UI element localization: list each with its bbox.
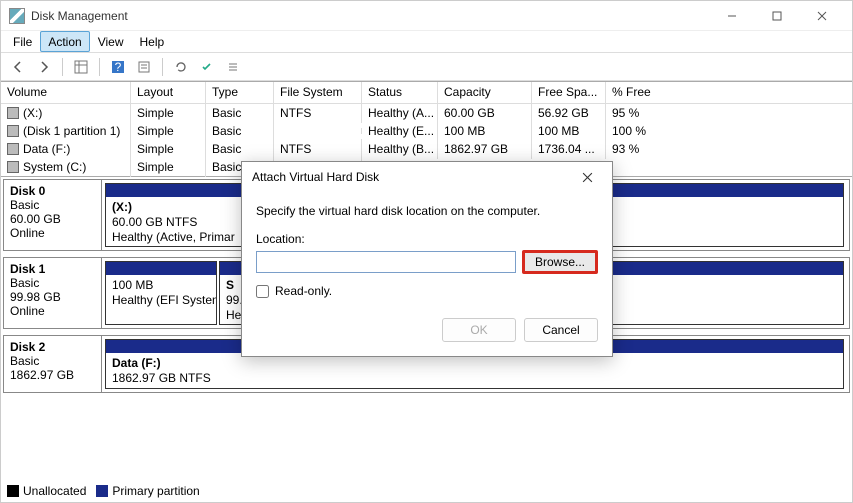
- attach-vhd-dialog: Attach Virtual Hard Disk Specify the vir…: [241, 161, 613, 357]
- volume-icon: [7, 107, 19, 119]
- forward-icon[interactable]: [33, 56, 55, 78]
- menu-action[interactable]: Action: [40, 31, 89, 52]
- list-icon[interactable]: [222, 56, 244, 78]
- svg-text:?: ?: [115, 60, 122, 74]
- col-layout[interactable]: Layout: [131, 82, 206, 103]
- maximize-button[interactable]: [754, 2, 799, 30]
- dialog-message: Specify the virtual hard disk location o…: [256, 204, 598, 218]
- col-capacity[interactable]: Capacity: [438, 82, 532, 103]
- col-status[interactable]: Status: [362, 82, 438, 103]
- browse-button[interactable]: Browse...: [522, 250, 598, 274]
- dialog-title: Attach Virtual Hard Disk: [252, 170, 572, 184]
- col-filesystem[interactable]: File System: [274, 82, 362, 103]
- grid-view-icon[interactable]: [70, 56, 92, 78]
- legend: Unallocated Primary partition: [7, 484, 200, 498]
- menu-view[interactable]: View: [90, 31, 132, 52]
- menu-help[interactable]: Help: [132, 31, 173, 52]
- disk-info[interactable]: Disk 0Basic60.00 GBOnline: [4, 180, 102, 250]
- ok-button[interactable]: OK: [442, 318, 516, 342]
- toolbar: ?: [1, 53, 852, 81]
- legend-swatch-unallocated: [7, 485, 19, 497]
- volume-icon: [7, 143, 19, 155]
- close-button[interactable]: [799, 2, 844, 30]
- back-icon[interactable]: [7, 56, 29, 78]
- window-title: Disk Management: [31, 9, 709, 23]
- table-header: Volume Layout Type File System Status Ca…: [1, 82, 852, 104]
- help-icon[interactable]: ?: [107, 56, 129, 78]
- refresh-icon[interactable]: [170, 56, 192, 78]
- checklist-icon[interactable]: [196, 56, 218, 78]
- menu-file[interactable]: File: [5, 31, 40, 52]
- minimize-button[interactable]: [709, 2, 754, 30]
- table-row[interactable]: (X:)SimpleBasicNTFSHealthy (A...60.00 GB…: [1, 104, 852, 122]
- partition[interactable]: 100 MBHealthy (EFI System: [105, 261, 217, 325]
- table-row[interactable]: (Disk 1 partition 1)SimpleBasicHealthy (…: [1, 122, 852, 140]
- legend-unallocated: Unallocated: [23, 484, 86, 498]
- table-row[interactable]: Data (F:)SimpleBasicNTFSHealthy (B...186…: [1, 140, 852, 158]
- readonly-checkbox-input[interactable]: [256, 285, 269, 298]
- col-free[interactable]: Free Spa...: [532, 82, 606, 103]
- cancel-button[interactable]: Cancel: [524, 318, 598, 342]
- app-icon: [9, 8, 25, 24]
- menubar: File Action View Help: [1, 31, 852, 53]
- disk-info[interactable]: Disk 1Basic99.98 GBOnline: [4, 258, 102, 328]
- volume-icon: [7, 161, 19, 173]
- legend-swatch-primary: [96, 485, 108, 497]
- col-pctfree[interactable]: % Free: [606, 82, 666, 103]
- volume-icon: [7, 125, 19, 137]
- col-type[interactable]: Type: [206, 82, 274, 103]
- disk-info[interactable]: Disk 2Basic1862.97 GB: [4, 336, 102, 392]
- properties-icon[interactable]: [133, 56, 155, 78]
- readonly-label: Read-only.: [275, 284, 332, 298]
- location-label: Location:: [256, 232, 598, 246]
- titlebar: Disk Management: [1, 1, 852, 31]
- readonly-checkbox[interactable]: Read-only.: [256, 284, 598, 298]
- location-input[interactable]: [256, 251, 516, 273]
- legend-primary: Primary partition: [112, 484, 199, 498]
- col-volume[interactable]: Volume: [1, 82, 131, 103]
- dialog-close-icon[interactable]: [572, 163, 602, 191]
